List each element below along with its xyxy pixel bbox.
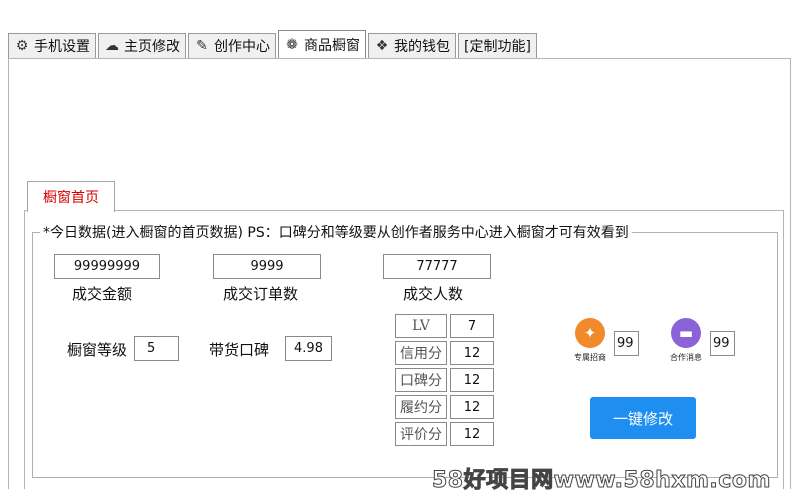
fulfillment-score-field[interactable]: 12 (450, 395, 494, 419)
showcase-level-label: 橱窗等级 (67, 341, 128, 359)
cloud-icon: ☁ (105, 38, 119, 54)
sales-reputation-label: 带货口碑 (209, 341, 270, 359)
message-icon: ▬ (671, 318, 701, 348)
cooperation-message-tile[interactable]: ▬ 合作消息 (663, 318, 709, 366)
cooperation-message-caption: 合作消息 (670, 353, 702, 362)
exclusive-recruitment-count-field[interactable]: 99 (614, 331, 639, 356)
buyer-count-field[interactable]: 77777 (383, 254, 491, 279)
top-blank-area (0, 0, 797, 32)
reputation-score-field[interactable]: 12 (450, 368, 494, 392)
handshake-icon: ✦ (575, 318, 605, 348)
watermark-text: 58好项目网www.58hxm.com (432, 468, 771, 494)
main-tab-strip: ⚙ 手机设置 ☁ 主页修改 ✎ 创作中心 ❁ 商品橱窗 ❖ 我的钱包 [定制功能… (8, 30, 539, 59)
group-title: *今日数据(进入橱窗的首页数据) PS：口碑分和等级要从创作者服务中心进入橱窗才… (40, 222, 632, 242)
tab-label: 我的钱包 (394, 39, 450, 55)
fulfillment-score-label: 履约分 (395, 395, 447, 419)
quill-icon: ✎ (196, 38, 208, 54)
tab-label: 主页修改 (124, 39, 180, 55)
tab-label: 商品橱窗 (304, 37, 360, 54)
exclusive-recruitment-caption: 专属招商 (574, 353, 606, 362)
tab-product-showcase[interactable]: ❁ 商品橱窗 (278, 30, 366, 58)
order-count-label: 成交订单数 (223, 285, 299, 303)
credit-score-field[interactable]: 12 (450, 341, 494, 365)
sales-amount-label: 成交金额 (72, 285, 133, 303)
tab-phone-settings[interactable]: ⚙ 手机设置 (8, 33, 96, 58)
one-click-modify-button[interactable]: 一键修改 (590, 397, 696, 439)
tab-label: 创作中心 (214, 39, 270, 55)
wallet-icon: ❖ (375, 38, 389, 54)
phone-settings-icon: ⚙ (15, 38, 29, 54)
shop-icon: ❁ (286, 36, 298, 53)
subtab-label: 橱窗首页 (43, 190, 99, 206)
tab-label: 手机设置 (34, 39, 90, 55)
cooperation-message-count-field[interactable]: 99 (710, 331, 735, 356)
tab-creation-center[interactable]: ✎ 创作中心 (188, 33, 276, 58)
showcase-level-field[interactable]: 5 (134, 336, 179, 361)
order-count-field[interactable]: 9999 (213, 254, 321, 279)
tab-custom-features[interactable]: [定制功能] (458, 33, 537, 58)
tab-label: [定制功能] (464, 39, 531, 55)
review-score-label: 评价分 (395, 422, 447, 446)
exclusive-recruitment-tile[interactable]: ✦ 专属招商 (567, 318, 613, 366)
review-score-field[interactable]: 12 (450, 422, 494, 446)
sales-amount-field[interactable]: 99999999 (54, 254, 160, 279)
reputation-score-label: 口碑分 (395, 368, 447, 392)
buyer-count-label: 成交人数 (403, 285, 464, 303)
subtab-showcase-home[interactable]: 橱窗首页 (27, 181, 115, 212)
lv-field[interactable]: 7 (450, 314, 494, 338)
tab-my-wallet[interactable]: ❖ 我的钱包 (368, 33, 456, 58)
tab-homepage-edit[interactable]: ☁ 主页修改 (98, 33, 186, 58)
sales-reputation-field[interactable]: 4.98 (285, 336, 332, 361)
lv-label: LV (395, 314, 447, 338)
credit-score-label: 信用分 (395, 341, 447, 365)
